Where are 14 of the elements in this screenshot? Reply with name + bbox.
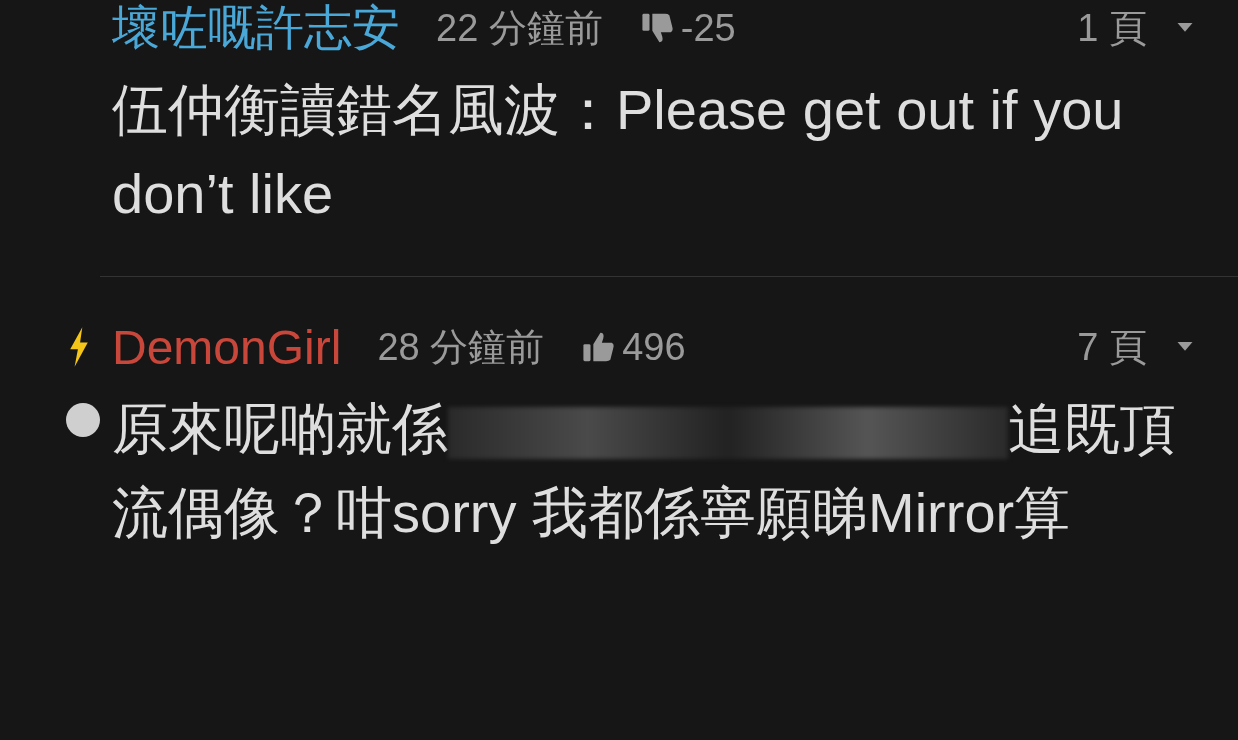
post-time: 28 分鐘前 [377, 324, 545, 370]
comment-text: 伍仲衡讀錯名風波：Please get out if you don’t like [112, 77, 1125, 227]
caret-icon[interactable] [1177, 342, 1193, 352]
vote-count: -25 [680, 6, 736, 50]
post-time: 22 分鐘前 [436, 5, 603, 51]
page-number: 7 頁 [1077, 324, 1147, 370]
username-link[interactable]: DemonGirl [112, 319, 342, 375]
username-link[interactable]: 壞咗嘅許志安 [112, 0, 400, 60]
thumbs-up-icon[interactable] [582, 330, 617, 364]
thumbs-down-icon[interactable] [640, 11, 675, 45]
vote-count: 496 [622, 325, 686, 369]
comment-text: 原來呢啲就係 追既頂流偶像？咁sorry 我都係寧願睇Mirror算 [112, 396, 1177, 546]
page-number: 1 頁 [1077, 5, 1147, 51]
caret-icon[interactable] [1177, 23, 1193, 33]
